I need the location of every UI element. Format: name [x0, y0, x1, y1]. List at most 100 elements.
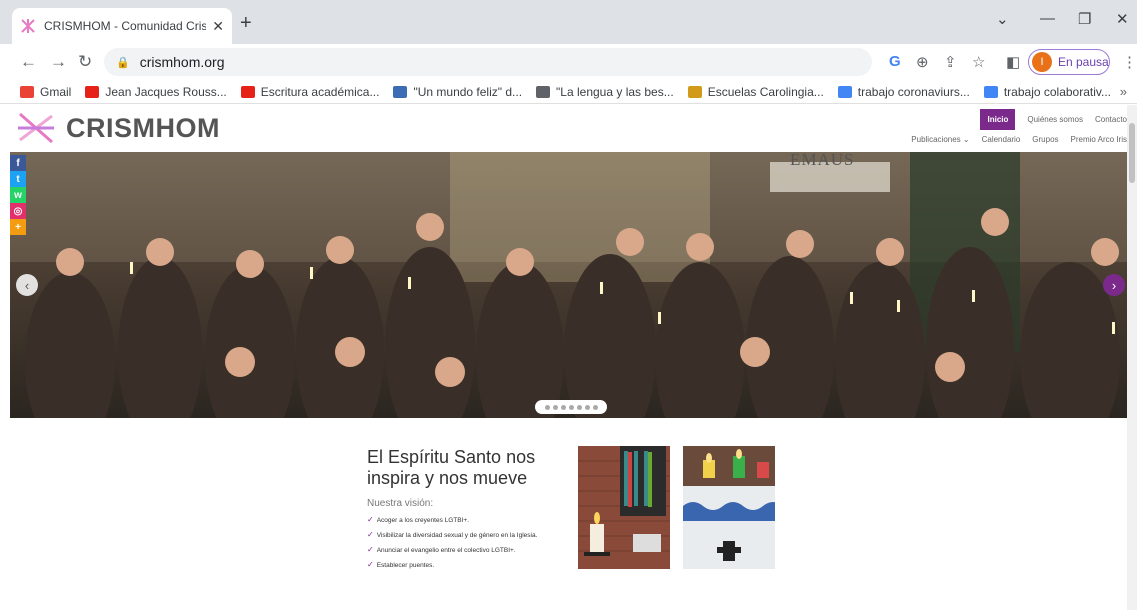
social-share-bar: f t w ◎ +: [10, 155, 26, 235]
hero-carousel: EMAUS f t w ◎ + ‹ ›: [10, 152, 1133, 418]
url-text: crismhom.org: [139, 54, 225, 70]
profile-status: En pausa: [1058, 55, 1109, 69]
whatsapp-icon[interactable]: w: [10, 187, 26, 203]
top-nav: Inicio Quiénes somos Contacto: [968, 109, 1127, 130]
bookmarks-bar: Gmail Jean Jacques Rouss... Escritura acad…: [0, 80, 1137, 104]
side-panel-icon[interactable]: ◧: [1006, 53, 1020, 71]
tab-close-icon[interactable]: ✕: [212, 18, 224, 35]
bookmark-item[interactable]: Escritura académica...: [240, 84, 380, 99]
share-plus-icon[interactable]: +: [10, 219, 26, 235]
bookmark-item[interactable]: trabajo colaborativ...: [983, 84, 1112, 99]
carousel-dot[interactable]: [584, 404, 590, 410]
bookmark-label: "Un mundo feliz" d...: [413, 84, 523, 99]
check-icon: ✓: [367, 545, 374, 554]
globe-icon: [536, 85, 551, 98]
crismhom-favicon-icon: [21, 19, 35, 33]
gmail-icon: [20, 85, 34, 98]
reload-icon[interactable]: ↻: [78, 52, 92, 72]
altar-candles-photo[interactable]: [683, 446, 775, 569]
address-bar[interactable]: 🔒 crismhom.org: [104, 48, 872, 76]
carousel-dot[interactable]: [560, 404, 566, 410]
bookmark-label: Escritura académica...: [260, 84, 380, 99]
page-icon: [393, 85, 408, 98]
tab-strip: CRISMHOM - Comunidad Cristiar ✕ + ⌄ — ❐ …: [0, 0, 1137, 44]
zoom-icon[interactable]: ⊕: [916, 53, 929, 71]
nav-grupos[interactable]: Grupos: [1032, 135, 1058, 144]
browser-toolbar: ← → ↻ 🔒 crismhom.org G ⊕ ⇪ ☆ ◧ I En paus…: [0, 44, 1137, 80]
vision-subheading: Nuestra visión:: [367, 498, 434, 509]
site-icon: [687, 85, 702, 98]
sub-nav: Publicaciones ⌄ Calendario Grupos Premio…: [899, 135, 1127, 144]
bookmark-label: Jean Jacques Rouss...: [105, 84, 227, 99]
vision-list: ✓ Acoger a los creyentes LGTBI+. ✓ Visibil…: [367, 515, 567, 569]
carousel-dot[interactable]: [576, 404, 582, 410]
carousel-pagination[interactable]: [535, 400, 607, 414]
restore-icon[interactable]: ❐: [1078, 10, 1091, 28]
nav-premio-arco-iris[interactable]: Premio Arco Iris: [1071, 135, 1127, 144]
bookmark-label: trabajo colaborativ...: [1003, 84, 1112, 99]
bookmarks-overflow-icon[interactable]: »: [1120, 84, 1127, 99]
tab-title: CRISMHOM - Comunidad Cristiar: [44, 19, 207, 33]
youtube-icon: [85, 85, 100, 98]
forward-icon[interactable]: →: [50, 52, 67, 72]
bookmark-item[interactable]: Gmail: [20, 85, 71, 99]
list-item: ✓ Acoger a los creyentes LGTBI+.: [367, 515, 470, 524]
bookmark-star-icon[interactable]: ☆: [972, 53, 985, 71]
docs-icon: [983, 85, 998, 98]
hero-photo-scene: [10, 152, 1133, 418]
site-logo[interactable]: CRISMHOM: [16, 110, 220, 146]
nav-inicio[interactable]: Inicio: [980, 109, 1016, 130]
twitter-icon[interactable]: t: [10, 171, 26, 187]
google-lens-icon[interactable]: G: [889, 53, 901, 70]
candle-wall-image: [578, 446, 670, 569]
nav-publicaciones[interactable]: Publicaciones ⌄: [911, 135, 969, 144]
bookmark-label: trabajo coronaviurs...: [857, 84, 970, 99]
nav-quienes-somos[interactable]: Quiénes somos: [1027, 115, 1083, 124]
bookmark-item[interactable]: Jean Jacques Rouss...: [85, 84, 227, 99]
tab-search-chevron-icon[interactable]: ⌄: [996, 10, 1009, 28]
carousel-dot[interactable]: [568, 404, 574, 410]
check-icon: ✓: [367, 515, 374, 524]
check-icon: ✓: [367, 560, 374, 569]
nav-calendario[interactable]: Calendario: [982, 135, 1021, 144]
bookmark-item[interactable]: trabajo coronaviurs...: [837, 84, 970, 99]
list-item: ✓ Visibilizar la diversidad sexual y de g…: [367, 530, 538, 539]
scrollbar-thumb[interactable]: [1129, 123, 1135, 183]
list-item: ✓ Anunciar el evangelio entre el colectiv…: [367, 545, 516, 554]
carousel-prev-icon[interactable]: ‹: [16, 274, 38, 296]
carousel-dot[interactable]: [552, 404, 558, 410]
candle-wall-photo[interactable]: [578, 446, 670, 569]
list-item: ✓ Establecer puentes.: [367, 560, 435, 569]
youtube-icon: [240, 85, 255, 98]
carousel-dot[interactable]: [592, 404, 598, 410]
instagram-icon[interactable]: ◎: [10, 203, 26, 219]
check-icon: ✓: [367, 530, 374, 539]
lock-icon: 🔒: [116, 56, 130, 69]
window-close-icon[interactable]: ✕: [1116, 10, 1129, 28]
bookmark-item[interactable]: Escuelas Carolingia...: [687, 84, 824, 99]
page-scrollbar[interactable]: [1127, 105, 1137, 610]
bookmark-label: "La lengua y las bes...: [556, 84, 674, 99]
logo-text: CRISMHOM: [66, 112, 220, 143]
altar-candles-image: [683, 446, 775, 569]
docs-icon: [837, 85, 852, 98]
profile-button[interactable]: I En pausa: [1028, 49, 1110, 75]
share-icon[interactable]: ⇪: [944, 53, 957, 71]
vision-section: El Espíritu Santo nos inspira y nos muev…: [367, 447, 567, 575]
back-icon[interactable]: ←: [20, 52, 37, 72]
menu-icon[interactable]: ⋮: [1122, 53, 1137, 71]
bookmark-item[interactable]: "Un mundo feliz" d...: [393, 85, 522, 99]
new-tab-icon[interactable]: +: [240, 12, 252, 35]
bookmark-item[interactable]: "La lengua y las bes...: [536, 85, 674, 99]
avatar: I: [1032, 52, 1052, 72]
facebook-icon[interactable]: f: [10, 155, 26, 171]
bookmark-label: Escuelas Carolingia...: [707, 84, 824, 99]
browser-tab[interactable]: CRISMHOM - Comunidad Cristiar ✕: [12, 8, 232, 44]
vision-heading: El Espíritu Santo nos inspira y nos muev…: [367, 447, 536, 488]
carousel-next-icon[interactable]: ›: [1103, 274, 1125, 296]
bookmark-label: Gmail: [40, 84, 72, 99]
minimize-icon[interactable]: —: [1040, 10, 1055, 27]
nav-contacto[interactable]: Contacto: [1095, 115, 1127, 124]
crismhom-logo-icon: [18, 112, 54, 144]
carousel-dot[interactable]: [544, 404, 550, 410]
